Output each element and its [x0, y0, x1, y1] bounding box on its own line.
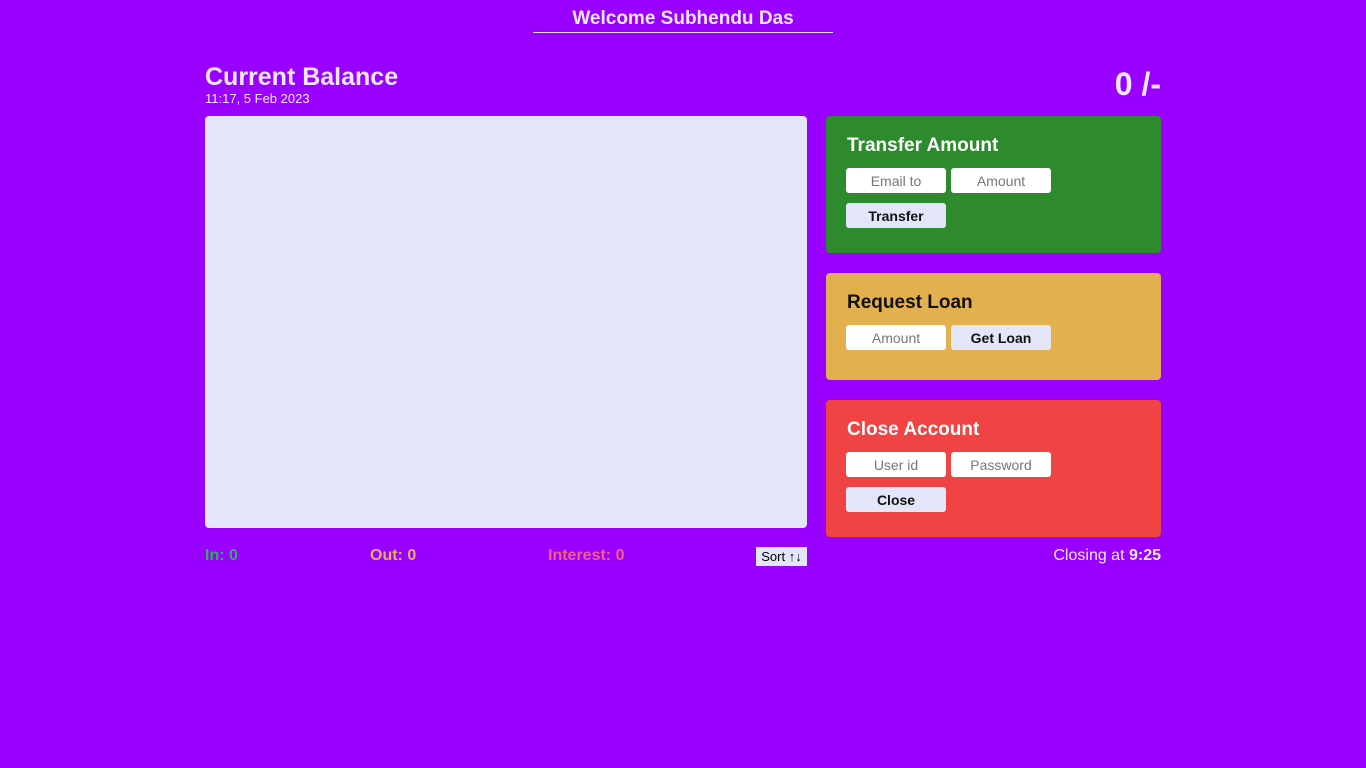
close-password-input[interactable] — [951, 452, 1051, 477]
balance-title: Current Balance — [205, 63, 399, 91]
transfer-title: Transfer Amount — [847, 135, 999, 156]
transfer-button[interactable]: Transfer — [846, 203, 946, 228]
get-loan-button[interactable]: Get Loan — [951, 325, 1051, 350]
loan-amount-input[interactable] — [846, 325, 946, 350]
closing-label: Closing at — [1053, 547, 1129, 564]
welcome-heading: Welcome Subhendu Das — [533, 8, 833, 33]
sort-button[interactable]: Sort ↑↓ — [756, 547, 807, 566]
summary-interest: Interest: 0 — [548, 547, 625, 564]
balance-value: 0 /- — [1114, 66, 1161, 102]
loan-title: Request Loan — [847, 292, 973, 313]
summary-out: Out: 0 — [370, 547, 417, 564]
movements-panel[interactable] — [205, 116, 807, 528]
close-account-button[interactable]: Close — [846, 487, 946, 512]
summary-in: In: 0 — [205, 547, 238, 564]
closing-timer: Closing at 9:25 — [1053, 546, 1161, 565]
transfer-amount-input[interactable] — [951, 168, 1051, 193]
transfer-email-input[interactable] — [846, 168, 946, 193]
close-account-title: Close Account — [847, 419, 980, 440]
balance-date: 11:17, 5 Feb 2023 — [205, 91, 310, 106]
close-user-id-input[interactable] — [846, 452, 946, 477]
closing-time: 9:25 — [1128, 547, 1161, 564]
